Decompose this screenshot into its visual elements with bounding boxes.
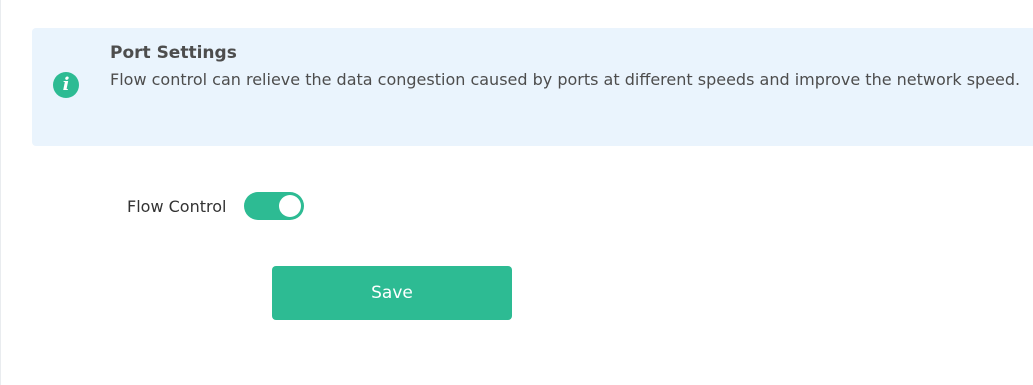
flow-control-row: Flow Control (127, 192, 305, 220)
flow-control-label: Flow Control (127, 196, 227, 216)
port-settings-page: i Port Settings Flow control can relieve… (0, 0, 1033, 385)
info-icon: i (53, 72, 79, 98)
toggle-knob (279, 195, 302, 217)
info-description: Flow control can relieve the data conges… (110, 70, 1021, 89)
save-button[interactable]: Save (272, 266, 512, 320)
info-banner: i Port Settings Flow control can relieve… (32, 28, 1033, 146)
flow-control-toggle[interactable] (244, 192, 305, 220)
info-icon-glyph: i (62, 74, 70, 95)
info-title: Port Settings (110, 43, 237, 63)
